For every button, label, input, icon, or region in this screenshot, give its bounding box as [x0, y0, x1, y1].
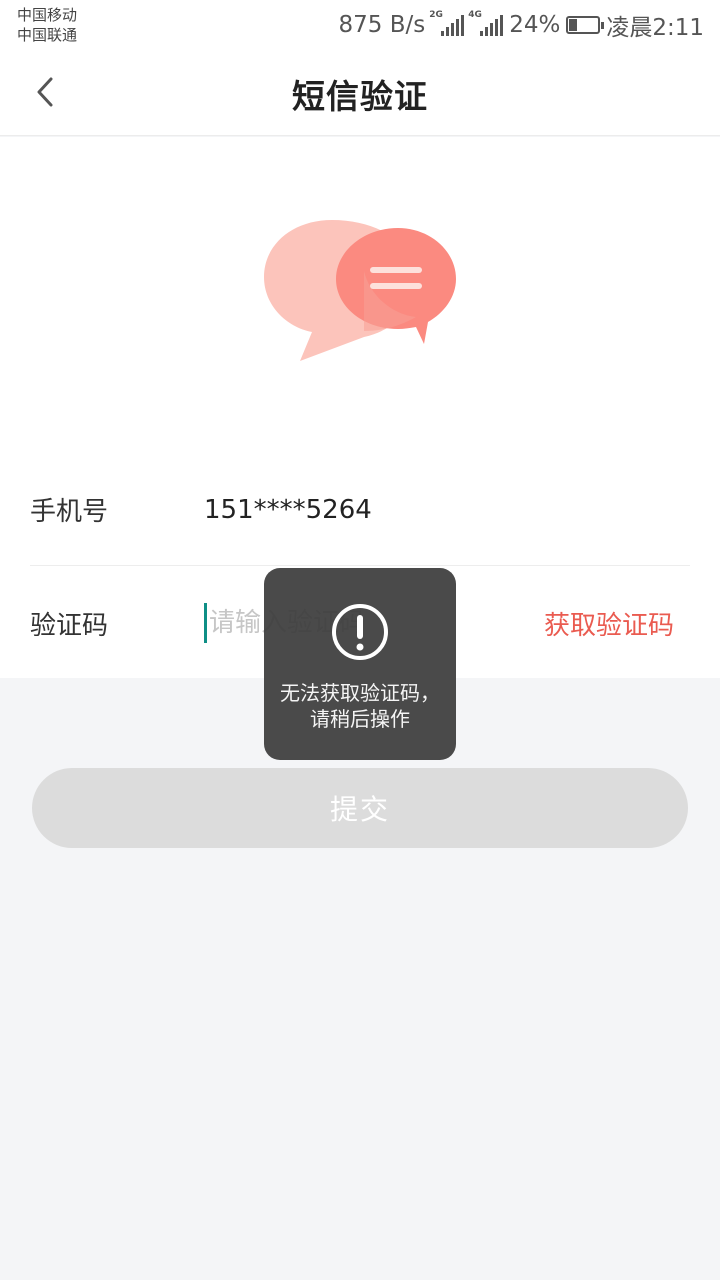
toast-message: 无法获取验证码，请稍后操作	[280, 681, 440, 731]
get-code-button[interactable]: 获取验证码	[544, 605, 690, 642]
signal-4g-icon: 4G	[468, 10, 504, 36]
submit-button[interactable]: 提交	[32, 768, 688, 848]
toast: 无法获取验证码，请稍后操作	[264, 568, 456, 760]
phone-row: 手机号 151****5264	[30, 454, 690, 566]
exclamation-circle-icon	[332, 604, 388, 660]
clock: 凌晨2:11	[606, 15, 704, 41]
phone-label: 手机号	[30, 497, 109, 527]
signal-tag: 4G	[468, 10, 482, 20]
phone-value: 151****5264	[204, 494, 372, 525]
carrier-1: 中国移动	[17, 6, 78, 24]
network-speed: 875 B/s	[338, 12, 426, 38]
battery-icon	[566, 16, 605, 34]
signal-2g-icon: 2G	[429, 10, 465, 36]
signal-tag: 2G	[429, 10, 443, 20]
chat-bubbles-icon	[264, 220, 456, 361]
carrier-info: 中国移动 中国联通	[17, 5, 77, 45]
battery-percent: 24%	[509, 12, 561, 38]
code-label: 验证码	[30, 610, 109, 641]
navbar: 短信验证	[0, 48, 720, 136]
page-title: 短信验证	[292, 77, 428, 116]
carrier-2: 中国联通	[17, 26, 78, 44]
status-bar: 中国移动 中国联通 875 B/s 2G 4G 24% 凌晨2:11	[0, 0, 720, 48]
status-indicators: 875 B/s 2G 4G 24% 凌晨2:11	[338, 10, 704, 41]
